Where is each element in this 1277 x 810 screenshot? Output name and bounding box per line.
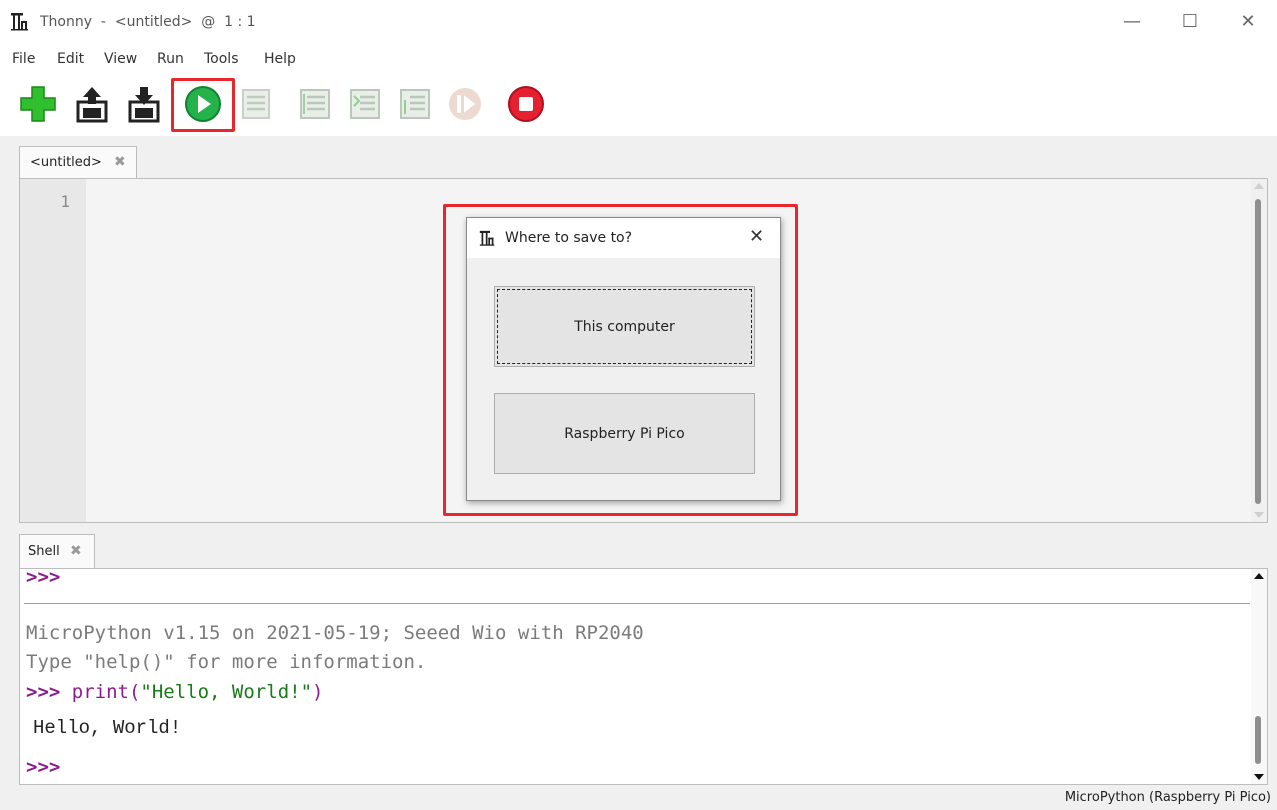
- tab-label: <untitled>: [30, 155, 102, 170]
- dialog-title-bar: Where to save to? ✕: [467, 218, 780, 258]
- shell-output: Hello, World!: [33, 717, 182, 739]
- save-location-dialog: Where to save to? ✕ This computer Raspbe…: [466, 217, 781, 501]
- tab-untitled[interactable]: <untitled> ✖: [19, 146, 137, 178]
- shell-banner-line: MicroPython v1.15 on 2021-05-19; Seeed W…: [26, 622, 644, 644]
- shell-banner-line: Type "help()" for more information.: [26, 651, 427, 673]
- tab-close-icon[interactable]: ✖: [70, 543, 82, 559]
- scroll-up-arrow-icon[interactable]: [1254, 183, 1264, 189]
- line-number-gutter: [20, 179, 86, 522]
- shell-scrollbar[interactable]: [1251, 569, 1267, 784]
- menu-help[interactable]: Help: [264, 51, 296, 67]
- thonny-logo-icon: [11, 13, 28, 31]
- scrollbar-thumb[interactable]: [1255, 716, 1261, 764]
- shell-command-func: print(: [71, 681, 141, 703]
- line-number: 1: [60, 192, 70, 211]
- shell-prompt: >>>: [26, 681, 61, 703]
- minimize-button[interactable]: —: [1103, 0, 1161, 42]
- shell-prompt: >>>: [26, 566, 61, 588]
- raspberry-pi-pico-button[interactable]: Raspberry Pi Pico: [494, 393, 755, 474]
- shell-prompt: >>>: [26, 756, 61, 778]
- save-icon[interactable]: [124, 84, 164, 124]
- open-icon[interactable]: [72, 84, 112, 124]
- stop-icon[interactable]: [506, 84, 546, 124]
- scroll-up-arrow-icon[interactable]: [1254, 573, 1264, 579]
- window-title: Thonny - <untitled> @ 1 : 1: [40, 14, 256, 30]
- tab-close-icon[interactable]: ✖: [114, 154, 126, 170]
- interpreter-status[interactable]: MicroPython (Raspberry Pi Pico): [1065, 790, 1271, 805]
- scrollbar-thumb[interactable]: [1255, 199, 1261, 504]
- tab-shell[interactable]: Shell ✖: [19, 534, 95, 568]
- shell-divider: [24, 603, 1250, 604]
- editor-scrollbar[interactable]: [1251, 179, 1267, 522]
- thonny-logo-icon: [479, 230, 495, 246]
- menu-file[interactable]: File: [12, 51, 35, 67]
- scroll-down-arrow-icon[interactable]: [1254, 774, 1264, 780]
- menu-view[interactable]: View: [104, 51, 137, 67]
- menu-run[interactable]: Run: [157, 51, 184, 67]
- menu-tools[interactable]: Tools: [204, 51, 239, 67]
- debug-icon: [242, 89, 270, 119]
- scroll-down-arrow-icon[interactable]: [1254, 512, 1264, 518]
- dialog-title: Where to save to?: [505, 230, 633, 246]
- run-button-highlight: [171, 78, 235, 132]
- this-computer-button[interactable]: This computer: [494, 286, 755, 367]
- title-bar: Thonny - <untitled> @ 1 : 1 — ☐ ✕: [0, 0, 1277, 42]
- step-out-icon: [400, 89, 430, 119]
- maximize-button[interactable]: ☐: [1161, 0, 1219, 42]
- dialog-close-icon[interactable]: ✕: [749, 226, 764, 247]
- close-window-button[interactable]: ✕: [1219, 0, 1277, 42]
- shell-command-close: ): [312, 681, 324, 703]
- step-over-icon: [300, 89, 330, 119]
- shell-command-string: "Hello, World!": [140, 681, 313, 703]
- tab-label: Shell: [28, 544, 60, 559]
- shell-console[interactable]: [19, 568, 1268, 785]
- menu-edit[interactable]: Edit: [57, 51, 84, 67]
- shell-command-line: >>> print("Hello, World!"): [26, 681, 323, 703]
- resume-icon: [449, 88, 481, 120]
- new-icon[interactable]: [18, 84, 58, 124]
- menu-bar: File Edit View Run Tools Help: [0, 42, 1277, 76]
- step-into-icon: [350, 89, 380, 119]
